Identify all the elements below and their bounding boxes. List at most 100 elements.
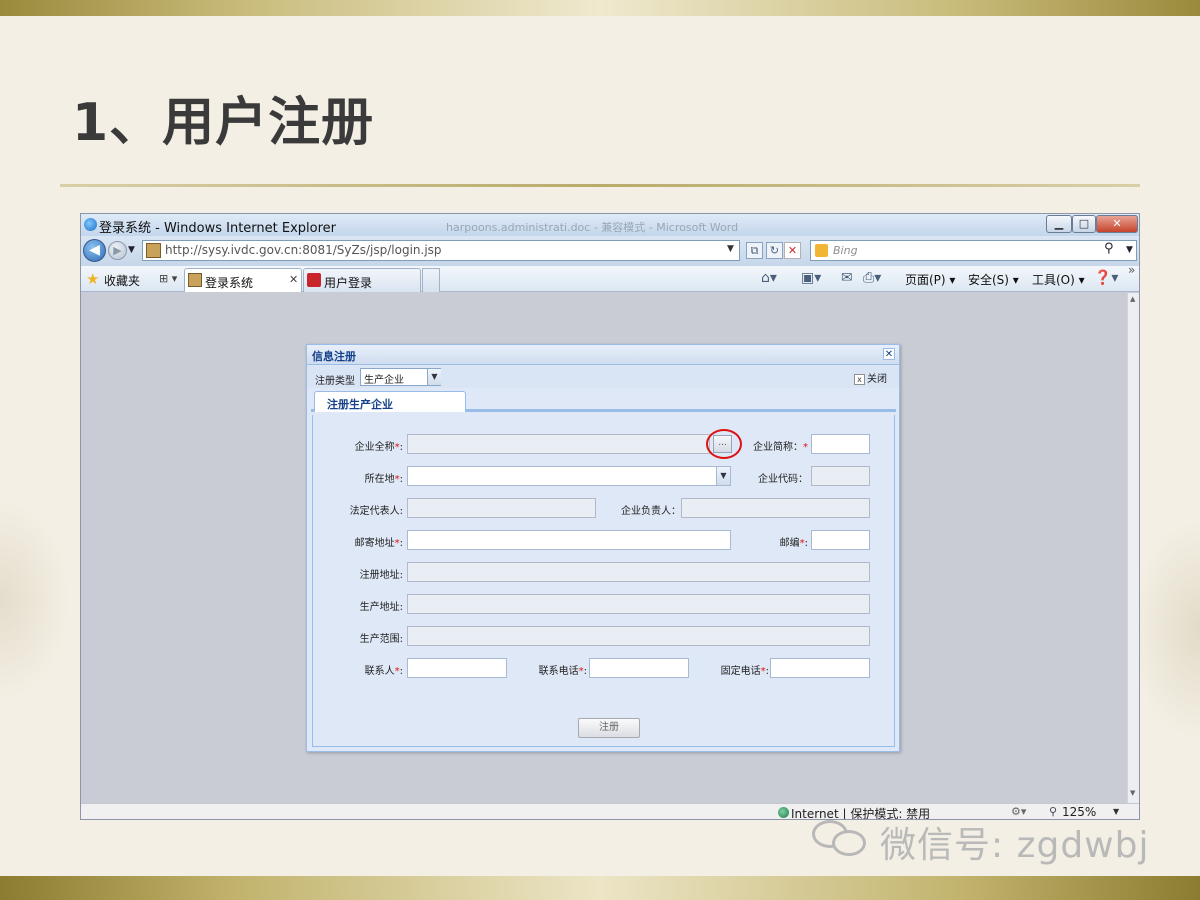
legal-rep-label: 法定代表人: — [349, 506, 403, 517]
short-name-field[interactable] — [811, 434, 870, 454]
reg-address-label: 注册地址: — [359, 570, 403, 581]
history-dropdown-icon[interactable]: ▼ — [128, 245, 135, 255]
prod-address-label: 生产地址: — [359, 602, 403, 613]
window-close-button[interactable]: ✕ — [1096, 215, 1138, 233]
mail-address-label: 邮寄地址*: — [354, 538, 403, 549]
registration-type-select[interactable]: 生产企业 ▼ — [360, 368, 441, 386]
more-commands-icon[interactable]: » — [1128, 263, 1135, 277]
maximize-button[interactable]: □ — [1072, 215, 1096, 233]
short-name-label: 企业简称：* — [753, 442, 808, 453]
postcode-field[interactable] — [811, 530, 870, 550]
company-code-field[interactable] — [811, 466, 870, 486]
legal-rep-field[interactable] — [407, 498, 596, 518]
registration-type-value: 生产企业 — [364, 375, 404, 386]
search-dropdown-icon[interactable]: ▼ — [1126, 245, 1133, 255]
tab-login-system[interactable]: 登录系统 ✕ — [184, 268, 302, 292]
title-divider — [60, 184, 1140, 187]
favorites-button[interactable]: 收藏夹 — [104, 272, 140, 289]
slide-title: 1、用户注册 — [72, 93, 375, 153]
contact-phone-label: 联系电话*: — [538, 666, 587, 677]
scroll-up-icon[interactable]: ▲ — [1130, 295, 1135, 303]
vertical-scrollbar[interactable]: ▲ ▼ — [1127, 293, 1139, 803]
search-input[interactable]: Bing ⚲ ▼ — [810, 240, 1137, 261]
background-window-ghost-title: harpoons.administrati.doc - 兼容模式 - Micro… — [446, 221, 739, 234]
back-icon[interactable]: ◀ — [83, 239, 106, 262]
person-in-charge-label: 企业负责人： — [621, 506, 681, 517]
rss-icon[interactable]: ▣▾ — [801, 270, 821, 286]
slide-decoration-right — [1130, 520, 1200, 740]
dialog-title: 信息注册 — [312, 350, 356, 363]
contact-label: 联系人*: — [364, 666, 403, 677]
watermark-text: 微信号: zgdwbj — [880, 825, 1150, 866]
location-label: 所在地*: — [364, 474, 403, 485]
globe-icon — [778, 807, 789, 818]
prod-address-field[interactable] — [407, 594, 870, 614]
bing-icon — [815, 244, 828, 257]
tab-label: 注册生产企业 — [327, 398, 393, 411]
page-icon — [146, 243, 161, 258]
dialog-toolbar: 注册类型 生产企业 ▼ x 关闭 — [307, 366, 899, 388]
browser-window: 登录系统 - Windows Internet Explorer harpoon… — [80, 213, 1140, 820]
mail-icon[interactable]: ✉ — [841, 270, 853, 286]
tab-label: 登录系统 — [205, 276, 254, 290]
company-code-label: 企业代码： — [758, 474, 808, 485]
help-icon[interactable]: ❓▾ — [1094, 270, 1118, 286]
star-icon[interactable]: ★ — [86, 270, 99, 288]
chevron-down-icon[interactable]: ▼ — [427, 369, 441, 385]
close-button[interactable]: x 关闭 — [854, 370, 887, 385]
tab-register-manufacturer[interactable]: 注册生产企业 — [314, 391, 466, 412]
location-select[interactable]: ▼ — [407, 466, 731, 486]
favorites-tab-bar: ★ 收藏夹 ⊞ ▾ 登录系统 ✕ 用户登录 ⌂▾ ▣▾ ✉ ⎙▾ 页面(P) ▾… — [81, 263, 1139, 292]
person-in-charge-field[interactable] — [681, 498, 870, 518]
prod-scope-label: 生产范围: — [359, 634, 403, 645]
chevron-down-icon[interactable]: ▼ — [716, 467, 730, 485]
tools-menu[interactable]: 工具(O) ▾ — [1032, 271, 1085, 288]
page-menu[interactable]: 页面(P) ▾ — [905, 271, 955, 288]
watermark: 微信号: zgdwbj — [810, 810, 1160, 870]
stop-icon[interactable]: ✕ — [784, 242, 801, 259]
wechat-icon — [810, 818, 872, 858]
dialog-tabstrip: 注册生产企业 — [311, 391, 896, 412]
close-icon: x — [854, 374, 865, 385]
quick-tabs-icon[interactable]: ⊞ ▾ — [159, 272, 177, 285]
full-name-field[interactable] — [407, 434, 710, 454]
fixed-phone-label: 固定电话*: — [720, 666, 769, 677]
dialog-close-icon[interactable]: ✕ — [883, 348, 895, 360]
window-titlebar[interactable]: 登录系统 - Windows Internet Explorer harpoon… — [81, 214, 1139, 236]
reg-address-field[interactable] — [407, 562, 870, 582]
window-title: 登录系统 - Windows Internet Explorer — [99, 221, 336, 236]
slide-bottom-band — [0, 876, 1200, 900]
print-icon[interactable]: ⎙▾ — [863, 270, 881, 286]
contact-phone-field[interactable] — [589, 658, 689, 678]
registration-dialog: 信息注册 ✕ 注册类型 生产企业 ▼ x 关闭 注册生产企业 企业全称*: ..… — [306, 344, 900, 752]
new-tab-button[interactable] — [422, 268, 440, 292]
slide-top-band — [0, 0, 1200, 16]
safety-menu[interactable]: 安全(S) ▾ — [968, 271, 1019, 288]
postcode-label: 邮编*: — [779, 538, 808, 549]
scroll-down-icon[interactable]: ▼ — [1130, 789, 1135, 797]
dialog-header: 信息注册 ✕ — [307, 345, 899, 365]
slide-decoration-left — [0, 500, 70, 700]
register-button[interactable]: 注册 — [578, 718, 640, 738]
ie-logo-icon — [84, 218, 97, 231]
forward-icon[interactable]: ▶ — [108, 241, 127, 260]
contact-field[interactable] — [407, 658, 507, 678]
tab-user-login[interactable]: 用户登录 — [303, 268, 421, 292]
registration-form: 企业全称*: ... 企业简称：* 所在地*: ▼ 企业代码： 法定代表人: 企… — [312, 415, 895, 747]
mail-address-field[interactable] — [407, 530, 731, 550]
search-placeholder: Bing — [833, 244, 858, 257]
page-icon — [307, 273, 321, 287]
compatibility-view-icon[interactable]: ⧉ — [746, 242, 763, 259]
minimize-button[interactable]: ▁ — [1046, 215, 1072, 233]
tab-close-icon[interactable]: ✕ — [289, 273, 298, 286]
prod-scope-field[interactable] — [407, 626, 870, 646]
fixed-phone-field[interactable] — [770, 658, 870, 678]
search-icon[interactable]: ⚲ — [1104, 241, 1114, 256]
page-icon — [188, 273, 202, 287]
address-input[interactable]: http://sysy.ivdc.gov.cn:8081/SyZs/jsp/lo… — [142, 240, 740, 261]
registration-type-label: 注册类型 — [315, 376, 355, 387]
tab-label: 用户登录 — [324, 276, 373, 290]
home-icon[interactable]: ⌂▾ — [761, 270, 777, 286]
refresh-icon[interactable]: ↻ — [766, 242, 783, 259]
address-dropdown-icon[interactable]: ▼ — [727, 244, 734, 254]
